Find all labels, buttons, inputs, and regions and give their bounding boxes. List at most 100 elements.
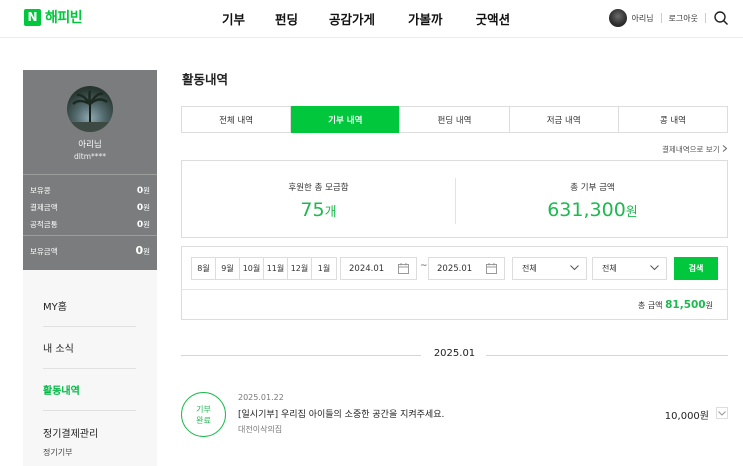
summary-label: 총 기부 금액 [570, 183, 615, 193]
happybean-logo[interactable]: N 해피빈 [24, 7, 83, 27]
month-button[interactable]: 8월 [192, 258, 216, 279]
calendar-icon[interactable] [398, 263, 409, 274]
summary-total-boxes: 후원한 총 모금함 75개 [182, 161, 455, 239]
tab-beans[interactable]: 콩 내역 [619, 107, 727, 132]
logo-text: 해피빈 [45, 10, 83, 26]
donation-title[interactable]: [일시기부] 우리집 아이들의 소중한 공간을 지켜주세요. [238, 407, 444, 420]
logout-link[interactable]: 로그아웃 [669, 13, 698, 24]
user-avatar[interactable] [609, 9, 628, 27]
page-title: 활동내역 [182, 72, 229, 87]
status-select-value: 전체 [602, 264, 617, 273]
stat-savings: 공적금통 0원 [30, 219, 150, 230]
category-select-value: 전체 [522, 264, 537, 273]
donation-organization: 대전이삭의집 [238, 425, 283, 434]
tab-savings[interactable]: 저금 내역 [510, 107, 619, 132]
divider [43, 410, 136, 411]
side-menu: MY홈 내 소식 활동내역 정기결제관리 정기기부 [23, 270, 157, 466]
stat-unit: 원 [143, 220, 150, 229]
divider [486, 355, 728, 356]
search-icon[interactable] [713, 10, 729, 26]
start-date-field[interactable]: 2024.01 [340, 257, 417, 280]
tab-funding[interactable]: 펀딩 내역 [400, 107, 510, 132]
nav-store[interactable]: 공감가게 [329, 9, 375, 28]
month-shortcuts: 8월 9월 10월 11월 12월 1월 [191, 257, 337, 280]
naver-logo-icon: N [24, 8, 41, 26]
stat-total: 보유금액 0원 [30, 244, 150, 257]
nav-funding[interactable]: 펀딩 [275, 9, 298, 28]
top-header: N 해피빈 기부 펀딩 공감가게 가볼까 굿액션 아리님 로그아웃 [0, 0, 743, 38]
summary-unit: 원 [625, 205, 638, 220]
menu-recurring-donation[interactable]: 정기기부 [43, 447, 72, 458]
summary-value: 75 [300, 199, 325, 221]
stat-payment: 결제금액 0원 [30, 202, 150, 213]
total-label: 총 금액 [637, 301, 663, 310]
date-range-separator: ~ [420, 261, 428, 271]
summary-total-amount: 총 기부 금액 631,300원 [456, 161, 729, 239]
expand-button[interactable] [716, 407, 728, 419]
profile-name: 아리님 [78, 140, 102, 150]
profile-photo[interactable] [67, 86, 113, 132]
month-button[interactable]: 10월 [240, 258, 264, 279]
divider [43, 368, 136, 369]
summary-value: 631,300 [547, 199, 626, 221]
month-group-header: 2025.01 [181, 347, 728, 363]
total-unit: 원 [705, 301, 713, 310]
profile-id: dltm**** [73, 152, 107, 161]
category-select[interactable]: 전체 [512, 257, 587, 280]
stat-label: 보유금액 [30, 247, 58, 256]
search-button[interactable]: 검색 [674, 257, 718, 280]
calendar-icon[interactable] [486, 263, 497, 274]
stat-label: 공적금통 [30, 220, 58, 229]
divider [43, 326, 136, 327]
month-button[interactable]: 11월 [264, 258, 288, 279]
filter-panel: 8월 9월 10월 11월 12월 1월 2024.01 ~ 2025.01 전… [181, 246, 728, 320]
stat-value: 0 [135, 244, 144, 257]
end-date-field[interactable]: 2025.01 [428, 257, 505, 280]
chevron-down-icon [650, 265, 659, 271]
total-value: 81,500 [665, 299, 706, 311]
payment-link-label: 결제내역으로 보기 [662, 145, 720, 154]
status-select[interactable]: 전체 [592, 257, 667, 280]
start-date-value: 2024.01 [349, 263, 385, 274]
donation-summary: 후원한 총 모금함 75개 총 기부 금액 631,300원 [181, 160, 728, 238]
menu-recurring-payment[interactable]: 정기결제관리 [43, 425, 136, 440]
main-nav: 기부 펀딩 공감가게 가볼까 굿액션 [222, 0, 540, 36]
divider [23, 235, 157, 236]
month-button[interactable]: 9월 [216, 258, 240, 279]
divider [660, 13, 662, 23]
profile-panel: 아리님 dltm**** 보유콩 0원 결제금액 0원 공적금통 0원 보유금액… [23, 70, 157, 270]
palm-tree-image [67, 90, 113, 132]
payment-history-link[interactable]: 결제내역으로 보기 [662, 144, 728, 155]
stat-label: 보유콩 [30, 186, 51, 195]
nav-donate[interactable]: 기부 [222, 9, 245, 28]
filter-controls: 8월 9월 10월 11월 12월 1월 2024.01 ~ 2025.01 전… [182, 247, 727, 290]
nav-visit[interactable]: 가볼까 [408, 9, 443, 28]
summary-unit: 개 [324, 205, 337, 220]
nav-good-action[interactable]: 굿액션 [476, 9, 511, 28]
donation-amount: 10,000원 [664, 411, 709, 422]
donation-date: 2025.01.22 [238, 393, 284, 402]
chevron-down-icon [718, 410, 726, 416]
tab-all[interactable]: 전체 내역 [182, 107, 292, 132]
divider [705, 13, 706, 23]
badge-line: 기부 [196, 405, 211, 414]
month-group-label: 2025.01 [433, 348, 476, 359]
activity-tabs: 전체 내역 기부 내역 펀딩 내역 저금 내역 콩 내역 [181, 106, 728, 133]
menu-news[interactable]: 내 소식 [43, 340, 136, 355]
user-name[interactable]: 아리님 [631, 13, 653, 24]
month-button[interactable]: 12월 [288, 258, 312, 279]
chevron-right-icon [722, 145, 728, 152]
end-date-value: 2025.01 [437, 263, 473, 274]
badge-line: 완료 [196, 416, 211, 425]
menu-my-home[interactable]: MY홈 [43, 298, 136, 313]
menu-activity[interactable]: 활동내역 [43, 382, 136, 397]
list-item: 기부 완료 2025.01.22 [일시기부] 우리집 아이들의 소중한 공간을… [181, 390, 728, 440]
stat-label: 결제금액 [30, 203, 58, 212]
chevron-down-icon [570, 265, 579, 271]
month-button[interactable]: 1월 [312, 258, 336, 279]
tab-donation[interactable]: 기부 내역 [291, 106, 401, 133]
divider [23, 174, 157, 175]
stat-unit: 원 [143, 247, 150, 256]
user-utility: 아리님 로그아웃 [609, 0, 729, 36]
summary-label: 후원한 총 모금함 [288, 183, 349, 193]
